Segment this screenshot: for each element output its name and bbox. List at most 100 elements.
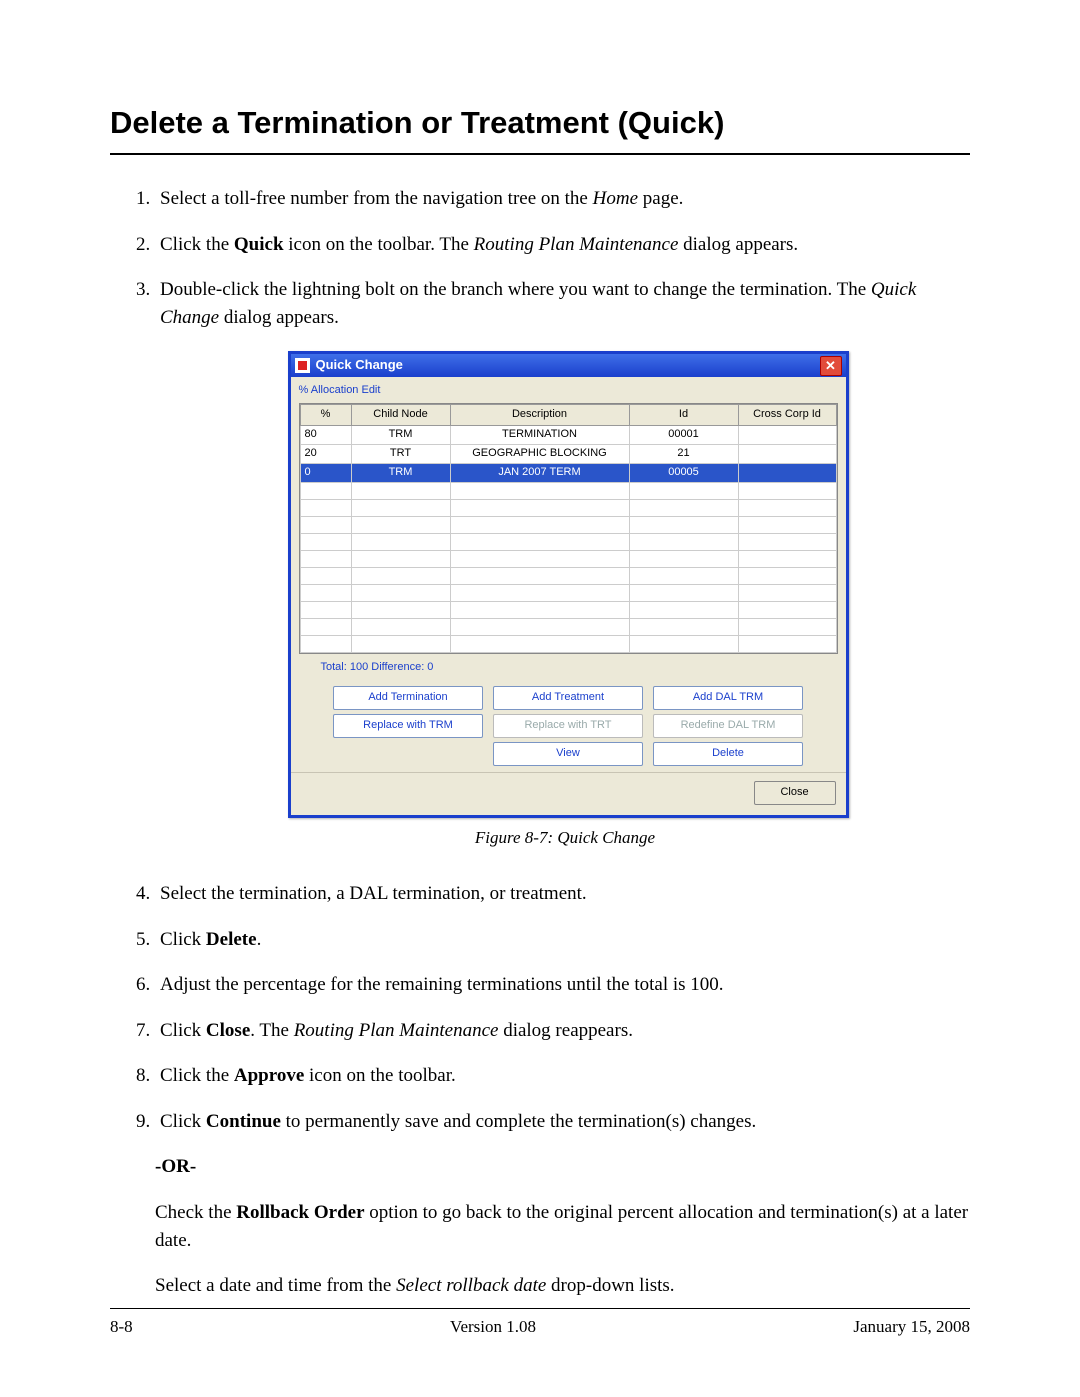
- table-row[interactable]: 80 TRM TERMINATION 00001: [300, 426, 836, 445]
- title-rule: [110, 153, 970, 155]
- cell-pct[interactable]: 80: [300, 426, 351, 445]
- cell-desc: GEOGRAPHIC BLOCKING: [450, 445, 629, 464]
- step-list: Select a toll-free number from the navig…: [110, 185, 970, 1135]
- text: .: [257, 929, 262, 950]
- table-row-empty[interactable]: [300, 635, 836, 652]
- header-row: % Child Node Description Id Cross Corp I…: [300, 405, 836, 426]
- cell-id: 21: [629, 445, 738, 464]
- dialog-title: Quick Change: [316, 356, 403, 375]
- continue-term: Continue: [206, 1111, 281, 1132]
- replace-trt-button: Replace with TRT: [493, 714, 643, 738]
- totals-label: Total: 100 Difference: 0: [321, 660, 846, 676]
- page-footer: 8-8 Version 1.08 January 15, 2008: [110, 1308, 970, 1337]
- step-5: Click Delete.: [155, 926, 970, 954]
- cell-node: TRM: [351, 426, 450, 445]
- col-cc[interactable]: Cross Corp Id: [738, 405, 836, 426]
- text: to permanently save and complete the ter…: [281, 1111, 756, 1132]
- delete-term: Delete: [206, 929, 257, 950]
- cell-pct[interactable]: 20: [300, 445, 351, 464]
- col-id[interactable]: Id: [629, 405, 738, 426]
- redefine-dal-button: Redefine DAL TRM: [653, 714, 803, 738]
- step-6: Adjust the percentage for the remaining …: [155, 971, 970, 999]
- page-title: Delete a Termination or Treatment (Quick…: [110, 105, 970, 141]
- rollback-term: Rollback Order: [236, 1202, 364, 1223]
- step-7: Click Close. The Routing Plan Maintenanc…: [155, 1017, 970, 1045]
- cell-cc: [738, 426, 836, 445]
- step-4: Select the termination, a DAL terminatio…: [155, 880, 970, 908]
- cell-id: 00001: [629, 426, 738, 445]
- table-row-empty[interactable]: [300, 516, 836, 533]
- table-row-empty[interactable]: [300, 601, 836, 618]
- cell-node: TRM: [351, 463, 450, 482]
- rollback-date-term: Select rollback date: [396, 1275, 546, 1296]
- delete-button[interactable]: Delete: [653, 742, 803, 766]
- rpm-term: Routing Plan Maintenance: [294, 1020, 499, 1041]
- add-treatment-button[interactable]: Add Treatment: [493, 686, 643, 710]
- dialog-titlebar: Quick Change ✕: [291, 354, 846, 377]
- footer-left: 8-8: [110, 1317, 133, 1337]
- cell-pct[interactable]: 0: [300, 463, 351, 482]
- text: dialog reappears.: [498, 1020, 633, 1041]
- table-row-empty[interactable]: [300, 550, 836, 567]
- cell-cc: [738, 445, 836, 464]
- dialog-footer: Close: [291, 772, 846, 815]
- table-row-empty[interactable]: [300, 533, 836, 550]
- group-label: % Allocation Edit: [299, 383, 846, 399]
- footer-center: Version 1.08: [450, 1317, 536, 1337]
- or-block: -OR- Check the Rollback Order option to …: [155, 1153, 970, 1299]
- add-dal-trm-button[interactable]: Add DAL TRM: [653, 686, 803, 710]
- figure-caption: Figure 8-7: Quick Change: [288, 826, 843, 851]
- table-row-empty[interactable]: [300, 567, 836, 584]
- table-row[interactable]: 20 TRT GEOGRAPHIC BLOCKING 21: [300, 445, 836, 464]
- approve-term: Approve: [234, 1065, 304, 1086]
- quick-term: Quick: [234, 234, 284, 255]
- rollback-paragraph: Check the Rollback Order option to go ba…: [155, 1199, 970, 1254]
- text: Select a toll-free number from the navig…: [160, 188, 593, 209]
- text: icon on the toolbar. The: [284, 234, 474, 255]
- home-term: Home: [593, 188, 638, 209]
- text: Click: [160, 1020, 206, 1041]
- step-1: Select a toll-free number from the navig…: [155, 185, 970, 213]
- add-termination-button[interactable]: Add Termination: [333, 686, 483, 710]
- cell-desc: TERMINATION: [450, 426, 629, 445]
- rpm-term: Routing Plan Maintenance: [474, 234, 679, 255]
- cell-id: 00005: [629, 463, 738, 482]
- step-9: Click Continue to permanently save and c…: [155, 1108, 970, 1136]
- cell-cc: [738, 463, 836, 482]
- step-3: Double-click the lightning bolt on the b…: [155, 276, 970, 850]
- text: Select a date and time from the: [155, 1275, 396, 1296]
- close-button[interactable]: Close: [754, 781, 836, 805]
- close-icon[interactable]: ✕: [820, 356, 842, 376]
- text: . The: [250, 1020, 293, 1041]
- step-8: Click the Approve icon on the toolbar.: [155, 1062, 970, 1090]
- table-row-empty[interactable]: [300, 584, 836, 601]
- replace-trm-button[interactable]: Replace with TRM: [333, 714, 483, 738]
- text: dialog appears.: [219, 307, 339, 328]
- text: Click the: [160, 234, 234, 255]
- text: page.: [638, 188, 683, 209]
- text: drop-down lists.: [546, 1275, 674, 1296]
- text: Adjust the percentage for the remaining …: [160, 974, 724, 995]
- text: Select the termination, a DAL terminatio…: [160, 883, 587, 904]
- quick-change-dialog: Quick Change ✕ % Allocation Edit % Child…: [288, 351, 849, 817]
- text: Double-click the lightning bolt on the b…: [160, 279, 871, 300]
- text: Click the: [160, 1065, 234, 1086]
- cell-desc: JAN 2007 TERM: [450, 463, 629, 482]
- col-pct[interactable]: %: [300, 405, 351, 426]
- view-button[interactable]: View: [493, 742, 643, 766]
- table-row-empty[interactable]: [300, 618, 836, 635]
- col-desc[interactable]: Description: [450, 405, 629, 426]
- rollback-date-paragraph: Select a date and time from the Select r…: [155, 1272, 970, 1300]
- text: Check the: [155, 1202, 236, 1223]
- col-node[interactable]: Child Node: [351, 405, 450, 426]
- figure: Quick Change ✕ % Allocation Edit % Child…: [288, 351, 843, 850]
- close-term: Close: [206, 1020, 250, 1041]
- table-row-empty[interactable]: [300, 482, 836, 499]
- table-row-empty[interactable]: [300, 499, 836, 516]
- cell-node: TRT: [351, 445, 450, 464]
- table-row-selected[interactable]: 0 TRM JAN 2007 TERM 00005: [300, 463, 836, 482]
- footer-right: January 15, 2008: [853, 1317, 970, 1337]
- text: dialog appears.: [678, 234, 798, 255]
- step-2: Click the Quick icon on the toolbar. The…: [155, 231, 970, 259]
- text: Click: [160, 1111, 206, 1132]
